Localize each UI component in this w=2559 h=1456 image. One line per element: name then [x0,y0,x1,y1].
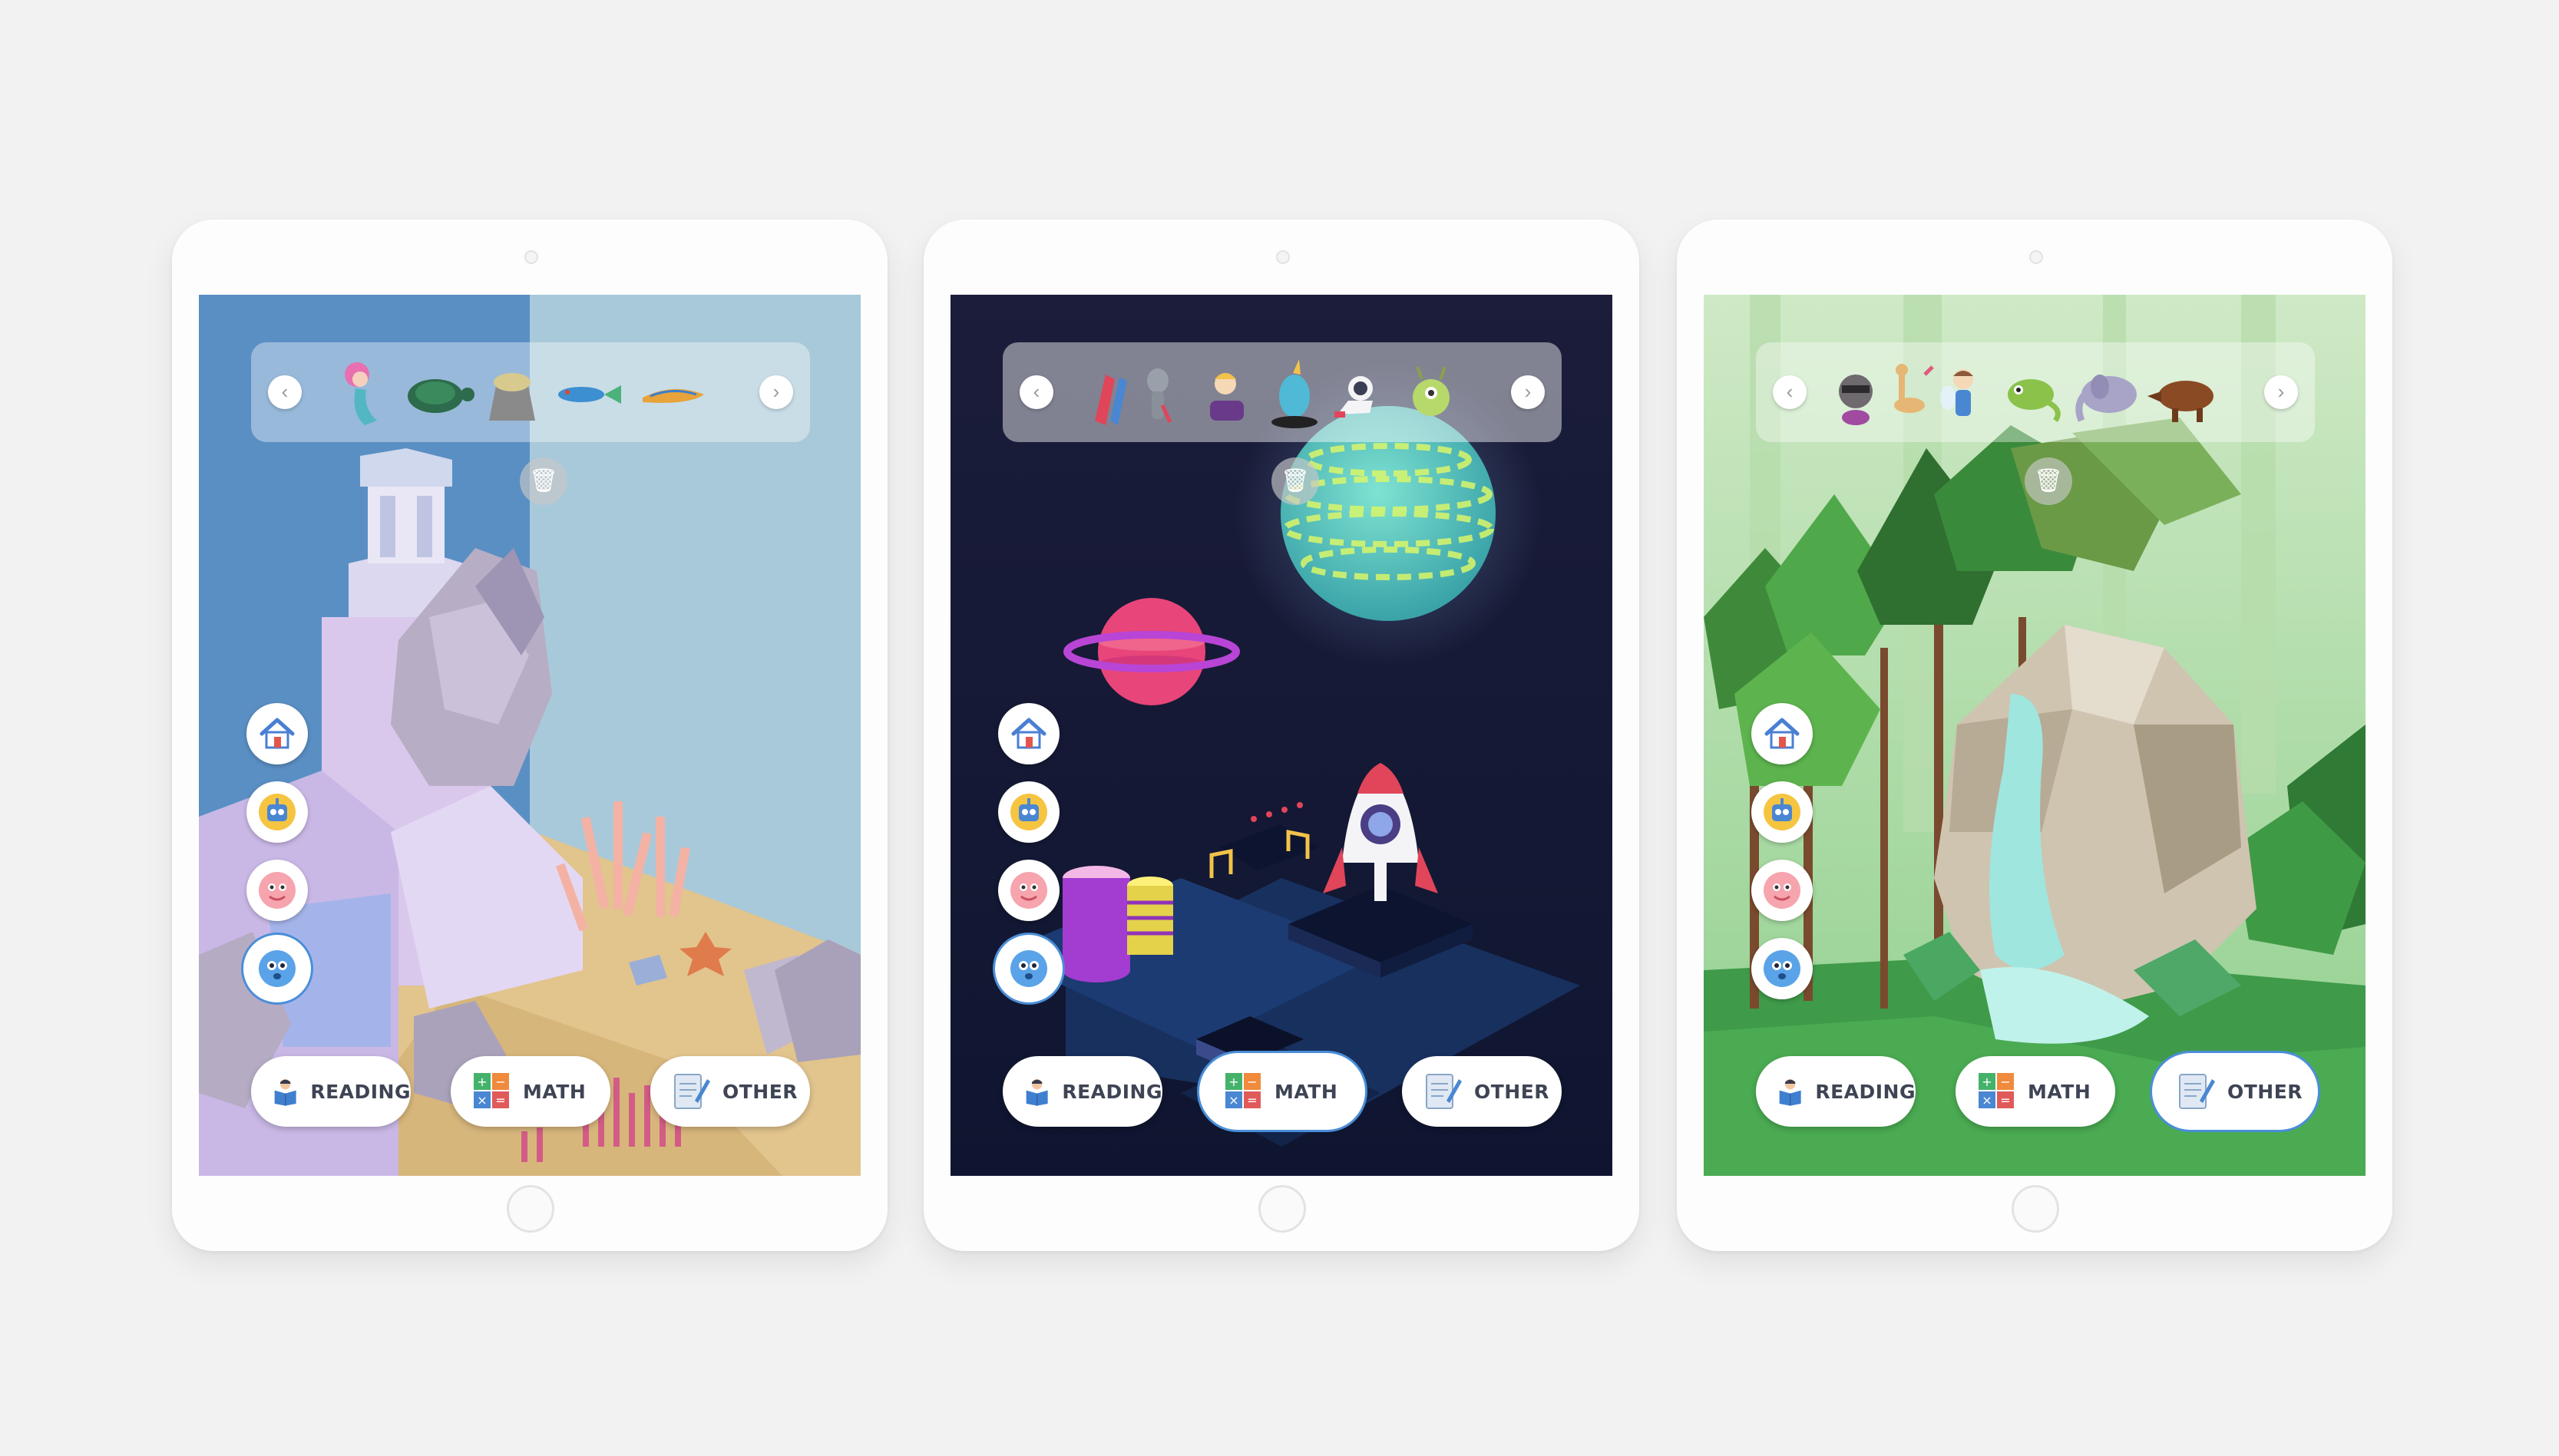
fairy-icon[interactable] [1940,369,1973,416]
creature-blue-icon[interactable] [998,938,1060,999]
trash-icon[interactable]: 🗑 [1271,457,1319,505]
robot-yellow-icon[interactable] [1751,781,1813,843]
category-other-button[interactable]: OTHER [650,1056,810,1127]
camera [524,250,538,264]
elephant-icon[interactable] [2075,375,2137,422]
category-math-button[interactable]: MATH [1202,1056,1362,1127]
creature-blue-icon[interactable] [1751,938,1813,999]
creature-pink-icon[interactable] [1751,860,1813,921]
creature-pink-icon[interactable] [246,860,308,921]
camera [1276,250,1290,264]
sticker-tray: ‹ › [1003,342,1562,442]
reading-icon [1777,1070,1803,1113]
sticker-list [1825,352,2246,433]
screen-space: ‹ › 🗑 READING MATH OTHER [951,295,1612,1176]
reading-label: READING [1815,1080,1916,1103]
camera [2029,250,2043,264]
trash-icon[interactable]: 🗑 [2025,457,2072,505]
rocket-sticker-icon[interactable] [1095,375,1127,425]
home-icon[interactable] [1751,703,1813,764]
math-icon [1224,1070,1262,1113]
raccoon-icon[interactable] [1839,375,1873,425]
math-icon [1977,1070,2015,1113]
sticker-list [320,352,741,433]
home-icon[interactable] [998,703,1060,764]
alien-icon[interactable] [1147,368,1172,424]
home-icon[interactable] [246,703,308,764]
unicorn-blob-icon[interactable] [1271,359,1318,428]
other-label: OTHER [1474,1080,1550,1103]
device-home-button[interactable] [507,1185,554,1233]
mermaid-icon[interactable] [345,362,377,425]
category-reading-button[interactable]: READING [1756,1056,1916,1127]
chameleon-icon[interactable] [2008,379,2061,423]
reading-icon [1024,1070,1050,1113]
category-other-button[interactable]: OTHER [1402,1056,1562,1127]
screen-forest: ‹ › 🗑 READING MATH OTHER [1704,295,2366,1176]
alien-planet-icon[interactable] [1413,366,1450,416]
reading-icon [273,1070,298,1113]
category-math-button[interactable]: MATH [451,1056,610,1127]
other-icon [2177,1070,2215,1113]
robot-yellow-icon[interactable] [246,781,308,843]
screen-ocean: ‹ › 🗑 READING MATH OTHER [199,295,861,1176]
fish-icon[interactable] [558,385,621,404]
reading-label: READING [310,1080,411,1103]
trash-icon[interactable]: 🗑 [520,457,567,505]
device-home-button[interactable] [1258,1185,1306,1233]
math-icon [472,1070,511,1113]
tablet-ocean: ‹ › 🗑 READING MATH OTHER [172,220,888,1251]
robot-yellow-icon[interactable] [998,781,1060,843]
device-home-button[interactable] [2012,1185,2059,1233]
sea-urchin-icon[interactable] [489,373,535,421]
creature-pink-icon[interactable] [998,860,1060,921]
chevron-right-icon[interactable]: › [1511,375,1545,409]
chevron-right-icon[interactable]: › [2264,375,2298,409]
math-label: MATH [523,1080,587,1103]
reading-label: READING [1062,1080,1162,1103]
chevron-left-icon[interactable]: ‹ [1773,375,1807,409]
chevron-left-icon[interactable]: ‹ [268,375,302,409]
tablet-space: ‹ › 🗑 READING MATH OTHER [924,220,1639,1251]
math-label: MATH [2028,1080,2091,1103]
creature-blue-icon[interactable] [246,938,308,999]
other-label: OTHER [722,1080,798,1103]
category-reading-button[interactable]: READING [1003,1056,1162,1127]
deer-icon[interactable] [1894,364,1934,413]
other-label: OTHER [2227,1080,2303,1103]
category-reading-button[interactable]: READING [251,1056,411,1127]
other-icon [672,1070,710,1113]
sticker-list [1072,352,1493,433]
turtle-icon[interactable] [408,379,474,413]
boar-icon[interactable] [2147,381,2214,422]
chevron-left-icon[interactable]: ‹ [1020,375,1053,409]
category-math-button[interactable]: MATH [1956,1056,2115,1127]
math-label: MATH [1275,1080,1338,1103]
chevron-right-icon[interactable]: › [759,375,793,409]
sticker-tray: ‹ › [251,342,810,442]
tablet-forest: ‹ › 🗑 READING MATH OTHER [1677,220,2392,1251]
astronaut-icon[interactable] [1334,376,1373,418]
category-other-button[interactable]: OTHER [2155,1056,2315,1127]
eel-icon[interactable] [643,388,704,403]
witch-girl-icon[interactable] [1210,373,1244,421]
other-icon [1423,1070,1462,1113]
sticker-tray: ‹ › [1756,342,2315,442]
